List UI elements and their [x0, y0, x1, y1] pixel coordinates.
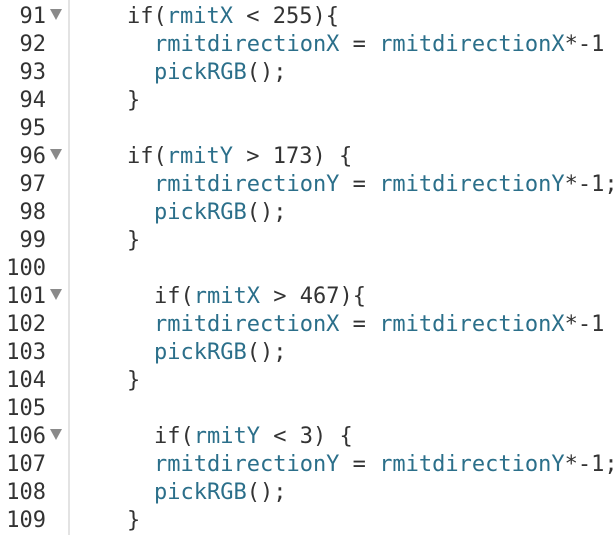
gutter-row: 92: [0, 31, 615, 59]
triangle-down-icon: [50, 288, 62, 300]
code-editor[interactable]: if(rmitX < 255){rmitdirectionX = rmitdir…: [0, 0, 615, 535]
gutter-row: 102: [0, 311, 615, 339]
gutter-row: 91: [0, 3, 615, 31]
line-number: 101: [6, 284, 46, 309]
line-number: 99: [19, 228, 47, 253]
gutter-row: 107: [0, 451, 615, 479]
line-number: 95: [19, 116, 47, 141]
gutter-row: 105: [0, 395, 615, 423]
gutter-row: 98: [0, 199, 615, 227]
fold-toggle-icon[interactable]: [48, 423, 64, 451]
line-number: 100: [6, 256, 46, 281]
gutter-row: 109: [0, 507, 615, 535]
line-number: 98: [19, 200, 47, 225]
line-number: 97: [19, 172, 47, 197]
line-number: 103: [6, 340, 46, 365]
fold-toggle-icon[interactable]: [48, 283, 64, 311]
gutter-row: 93: [0, 59, 615, 87]
gutter-row: 104: [0, 367, 615, 395]
line-number: 107: [6, 452, 46, 477]
gutter-row: 106: [0, 423, 615, 451]
gutter-row: 95: [0, 115, 615, 143]
fold-toggle-icon[interactable]: [48, 143, 64, 171]
triangle-down-icon: [50, 428, 62, 440]
gutter-row: 94: [0, 87, 615, 115]
line-number: 109: [6, 508, 46, 533]
line-number: 104: [6, 368, 46, 393]
gutter-row: 97: [0, 171, 615, 199]
line-number: 96: [19, 144, 47, 169]
line-number: 108: [6, 480, 46, 505]
line-number: 93: [19, 60, 47, 85]
gutter-row: 96: [0, 143, 615, 171]
line-number: 105: [6, 396, 46, 421]
line-number: 102: [6, 312, 46, 337]
gutter-row: 103: [0, 339, 615, 367]
gutter-row: 108: [0, 479, 615, 507]
gutter-row: 99: [0, 227, 615, 255]
line-number: 94: [19, 88, 47, 113]
gutter-row: 101: [0, 283, 615, 311]
triangle-down-icon: [50, 148, 62, 160]
line-number: 91: [19, 4, 47, 29]
line-number: 106: [6, 424, 46, 449]
triangle-down-icon: [50, 8, 62, 20]
gutter-row: 100: [0, 255, 615, 283]
line-number: 92: [19, 32, 47, 57]
fold-toggle-icon[interactable]: [48, 3, 64, 31]
